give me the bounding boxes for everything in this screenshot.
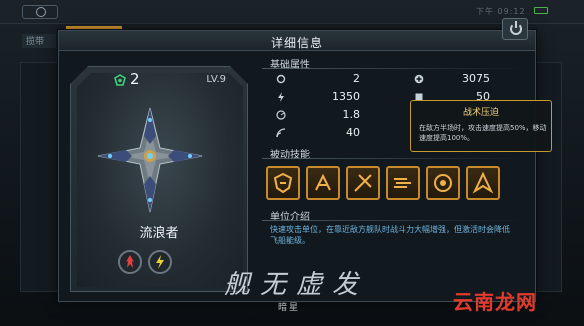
clock-text: 下午 09:12: [476, 7, 526, 16]
stat-value: 3075: [462, 72, 490, 85]
strike-skill-icon: [354, 174, 372, 192]
game-logo-subtitle: 暗星: [278, 303, 301, 313]
stat-value: 2: [353, 72, 360, 85]
section-divider: [262, 68, 524, 69]
ship-image: [97, 107, 203, 213]
vortex-skill-icon: [434, 174, 452, 192]
section-divider: [262, 220, 524, 221]
health-plus-icon: [414, 74, 424, 84]
stat-value: 40: [346, 126, 360, 139]
section-divider: [262, 158, 524, 159]
lightning-icon: [278, 92, 284, 102]
back-button[interactable]: [22, 5, 58, 19]
game-logo-watermark: 舰无虚发: [224, 270, 369, 300]
back-icon: [36, 7, 46, 17]
skill-tooltip: 战术压迫 在敌方半场时，攻击速度提高50%，移动速度提高100%。: [410, 100, 552, 152]
top-bar: 下午 09:12: [0, 0, 584, 24]
tooltip-text: 在敌方半场时，攻击速度提高50%，移动速度提高100%。: [419, 124, 547, 142]
bolt-icon: [156, 255, 164, 269]
unit-count: 2: [130, 70, 140, 88]
skill-slot-2[interactable]: [306, 166, 340, 200]
unit-level: LV.9: [206, 74, 226, 85]
background-left-panel: [20, 62, 60, 292]
range-icon: [276, 128, 286, 138]
skill-slot-6[interactable]: [466, 166, 500, 200]
arrow-skill-icon: [472, 171, 494, 194]
stat-value: 1.8: [342, 108, 361, 121]
skill-slot-5[interactable]: [426, 166, 460, 200]
cooldown-icon: [276, 74, 286, 84]
claw-skill-icon: [315, 173, 331, 191]
site-watermark: 云南龙网: [453, 290, 537, 314]
battery-icon: [534, 7, 548, 14]
speed-icon: [276, 110, 286, 120]
unit-name: 流浪者: [139, 226, 179, 241]
rarity-icon: [114, 74, 126, 86]
stat-value: 1350: [332, 90, 360, 103]
tooltip-title: 战术压迫: [462, 108, 499, 118]
panel-title: 详细信息: [270, 36, 323, 50]
background-tab[interactable]: 揽带: [22, 34, 56, 48]
speed-skill-icon: [394, 178, 411, 188]
unit-description: 快速攻击单位，在靠近敌方舰队时战斗力大幅增强，但激活时会降低飞船能级。: [270, 225, 510, 245]
flame-icon: [126, 255, 134, 268]
energy-skill-badge[interactable]: [148, 250, 172, 274]
skill-slot-1[interactable]: [266, 166, 300, 200]
power-icon: [510, 21, 522, 35]
close-button[interactable]: [502, 18, 528, 40]
attack-skill-badge[interactable]: [118, 250, 142, 274]
panel-header: 详细信息: [59, 31, 535, 51]
skill-slot-3[interactable]: [346, 166, 380, 200]
shield-skill-icon: [273, 172, 293, 194]
skill-slot-4[interactable]: [386, 166, 420, 200]
